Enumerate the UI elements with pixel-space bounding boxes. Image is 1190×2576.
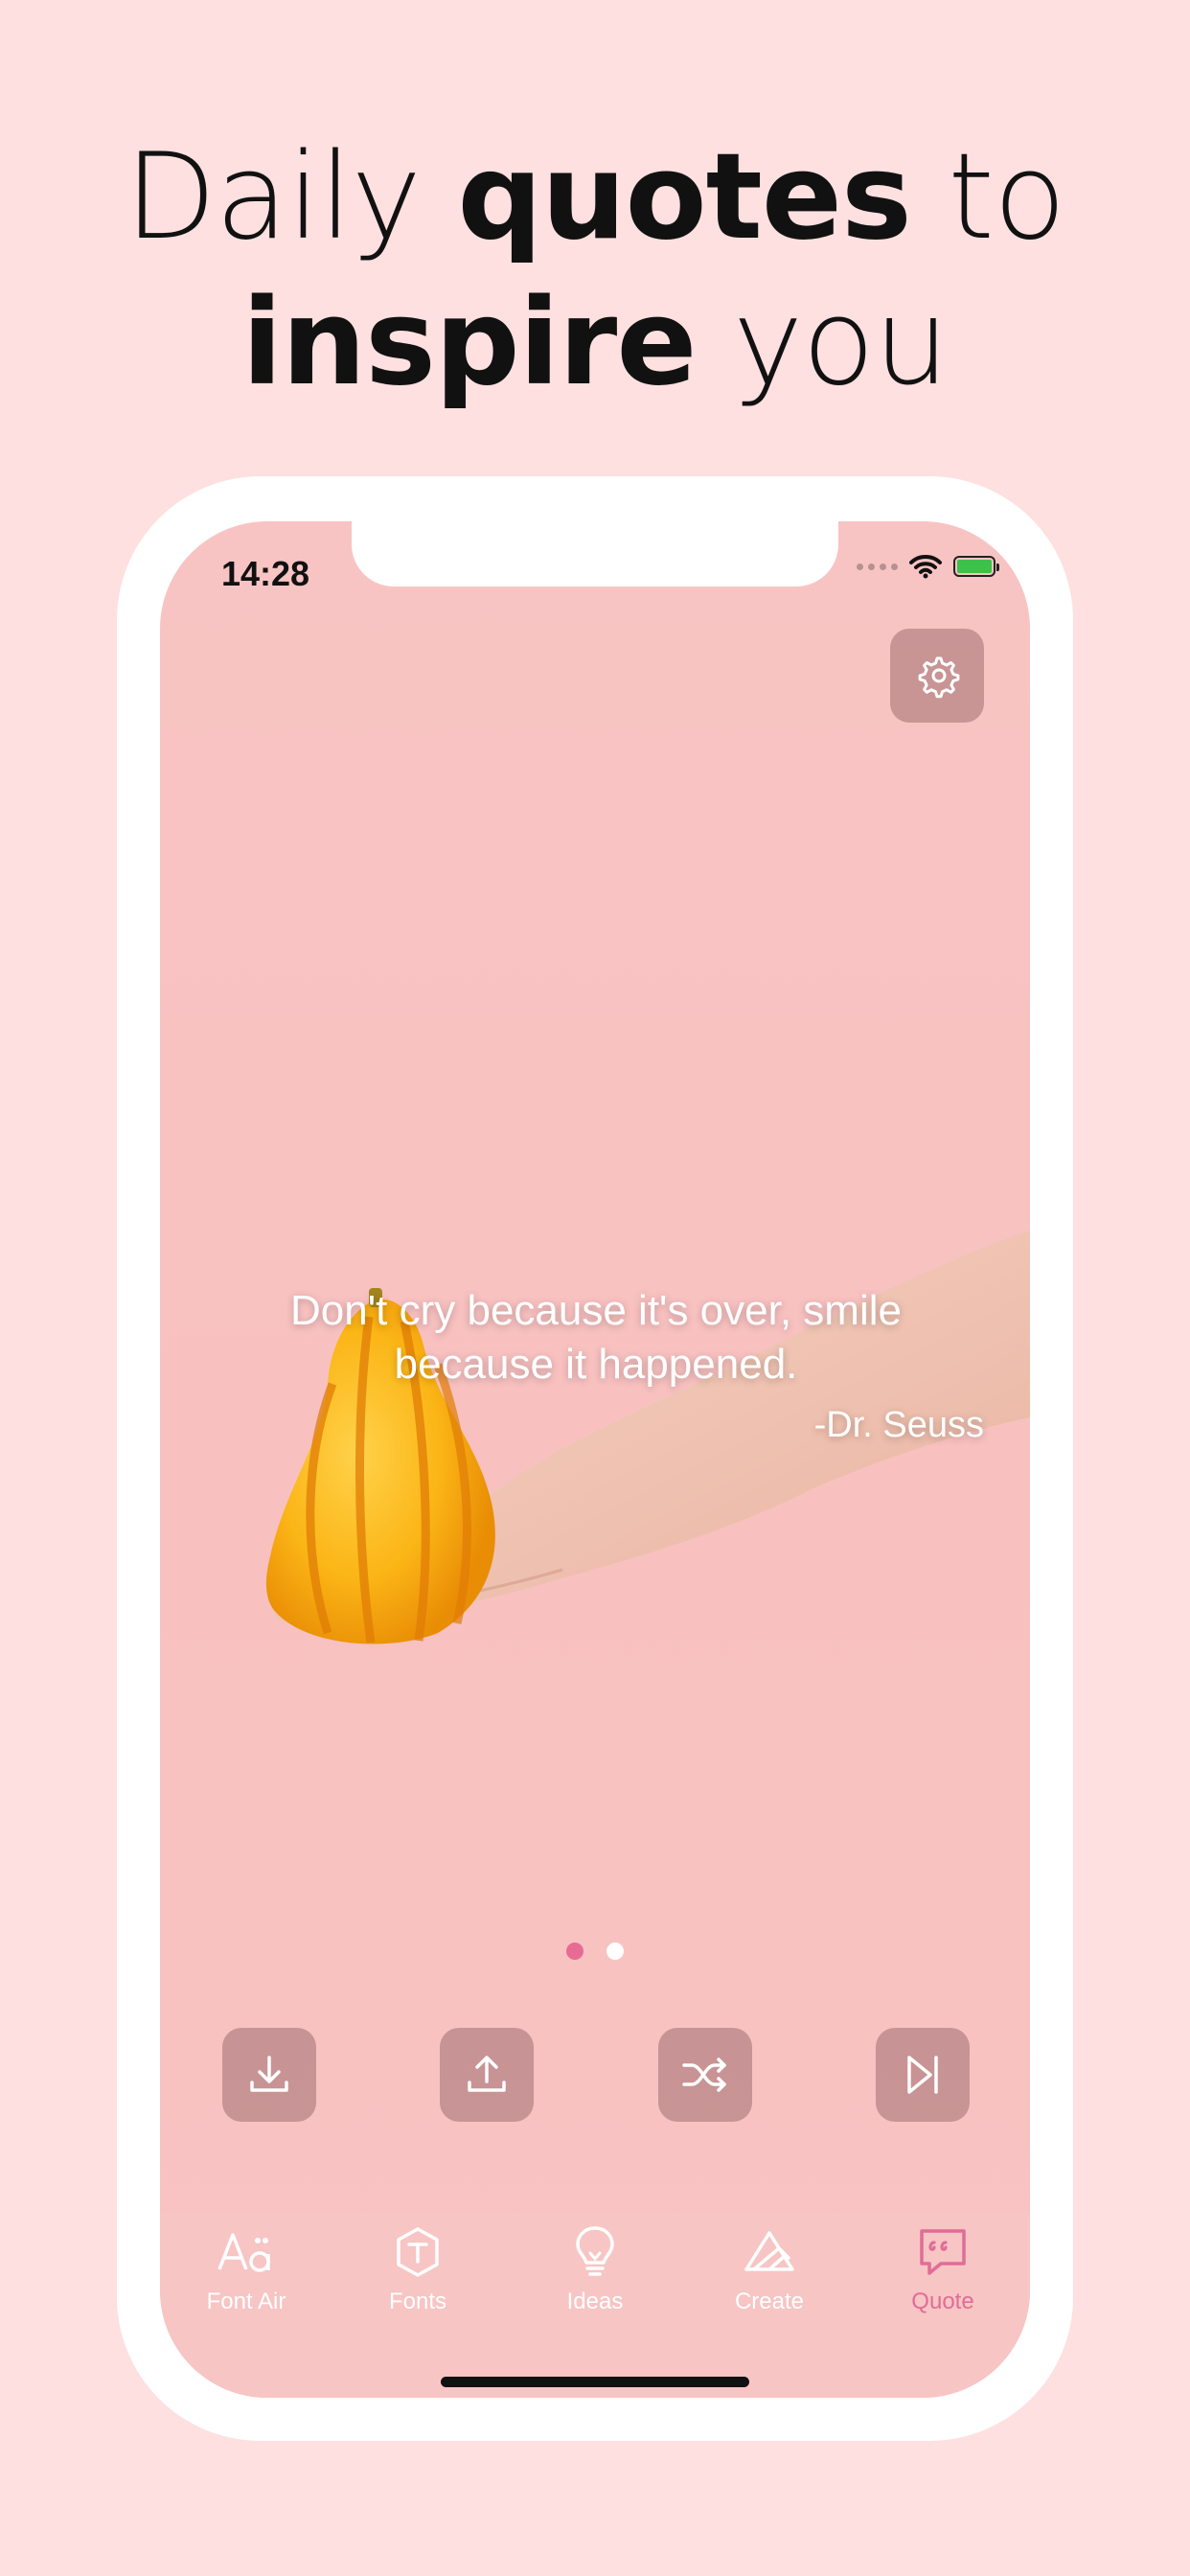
shuffle-button[interactable] <box>658 2028 752 2122</box>
action-bar <box>160 2028 1030 2122</box>
tab-fonts[interactable]: Fonts <box>355 2221 480 2315</box>
home-indicator[interactable] <box>441 2377 749 2387</box>
headline: Daily quotes to inspire you <box>0 125 1190 416</box>
settings-button[interactable] <box>890 629 984 723</box>
download-button[interactable] <box>222 2028 316 2122</box>
headline-line-1: Daily quotes to <box>125 128 1065 266</box>
battery-icon <box>953 556 999 577</box>
tab-bar: Font Air Fonts Ideas Create Quote <box>160 2212 1030 2398</box>
tab-ideas[interactable]: Ideas <box>533 2221 657 2315</box>
share-button[interactable] <box>440 2028 534 2122</box>
status-icons <box>857 554 999 579</box>
fonts-icon <box>397 2227 439 2277</box>
quote-author: -Dr. Seuss <box>813 1405 984 1445</box>
tab-create[interactable]: Create <box>707 2221 832 2315</box>
status-time: 14:28 <box>221 554 310 593</box>
tab-font-air[interactable]: Font Air <box>184 2221 309 2315</box>
skip-next-icon <box>907 2056 938 2094</box>
download-icon <box>250 2056 288 2092</box>
lightbulb-icon <box>576 2226 614 2276</box>
page-dot-active[interactable] <box>566 1943 584 1960</box>
tab-quote[interactable]: Quote <box>881 2221 1005 2315</box>
headline-line-2: inspire you <box>241 274 949 412</box>
page-dot[interactable] <box>606 1943 624 1960</box>
phone-screen: 14:28 Don't cry because it's over, smile… <box>160 521 1030 2398</box>
page-indicator[interactable] <box>160 1943 1030 1960</box>
create-icon <box>744 2231 794 2271</box>
share-icon <box>468 2056 506 2092</box>
quote-text: Don't cry because it's over, smile becau… <box>290 1287 902 1388</box>
gear-icon <box>918 656 960 699</box>
wifi-icon <box>909 555 942 579</box>
shuffle-icon <box>682 2058 726 2092</box>
quote-icon <box>920 2229 966 2275</box>
skip-next-button[interactable] <box>876 2028 970 2122</box>
font-air-icon <box>217 2233 270 2272</box>
signal-icon <box>857 563 898 570</box>
notch <box>352 521 838 586</box>
